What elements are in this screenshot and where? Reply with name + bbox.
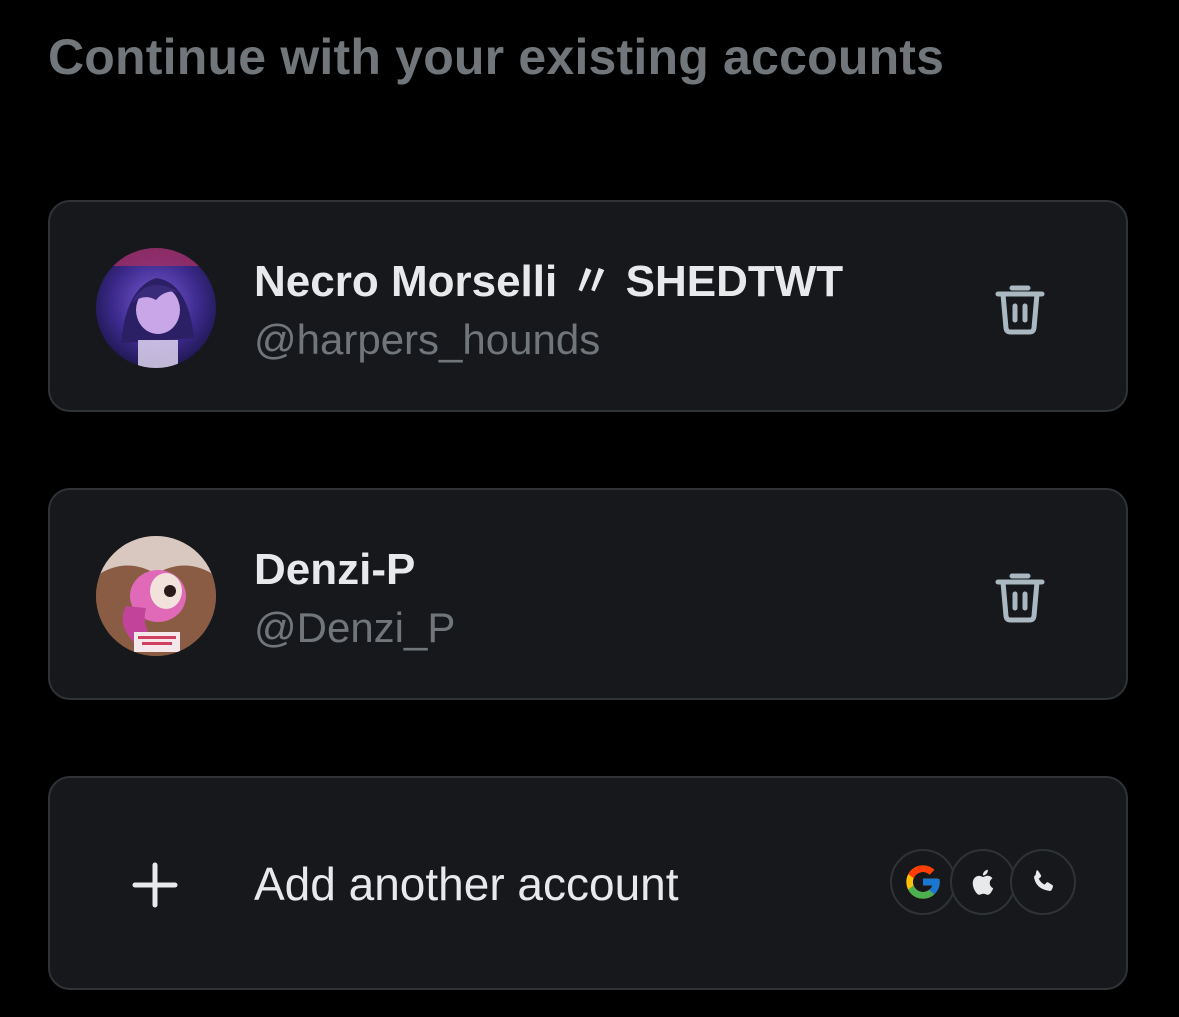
account-card-denzi-p[interactable]: Denzi-P @Denzi_P	[48, 488, 1128, 700]
add-account-button[interactable]: Add another account	[48, 776, 1128, 990]
display-name: Denzi-P	[254, 545, 416, 594]
avatar	[96, 248, 216, 368]
trash-icon[interactable]	[990, 566, 1050, 626]
avatar	[96, 536, 216, 656]
apple-icon	[950, 849, 1016, 915]
account-switcher: Continue with your existing accounts Nec…	[0, 0, 1179, 1017]
add-account-label: Add another account	[254, 858, 679, 910]
trash-icon[interactable]	[990, 278, 1050, 338]
google-icon	[890, 849, 956, 915]
account-names: Necro Morselli 〃 SHEDTWT @harpers_hounds	[254, 254, 843, 368]
account-names: Denzi-P @Denzi_P	[254, 542, 455, 656]
login-providers	[890, 849, 1080, 919]
account-card-harpers-hounds[interactable]: Necro Morselli 〃 SHEDTWT @harpers_hounds	[48, 200, 1128, 412]
phone-icon	[1010, 849, 1076, 915]
username-handle: @harpers_hounds	[254, 316, 601, 363]
plus-icon	[128, 858, 182, 912]
display-name: Necro Morselli 〃 SHEDTWT	[254, 257, 844, 306]
page-title: Continue with your existing accounts	[48, 29, 945, 85]
username-handle: @Denzi_P	[254, 604, 456, 651]
